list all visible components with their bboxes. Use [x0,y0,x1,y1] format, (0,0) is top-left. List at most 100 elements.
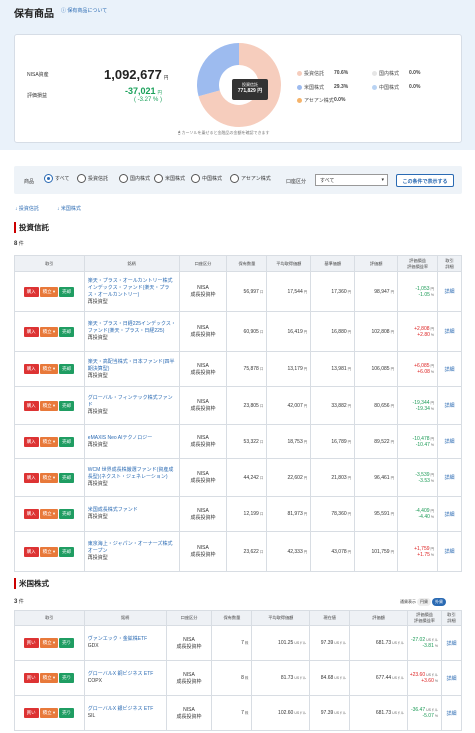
sell-button[interactable]: 売却 [59,546,75,557]
detail-link[interactable]: 詳細 [437,271,462,312]
sell-button[interactable]: 売り [59,708,75,718]
trade-cell: 買い 積立 ▾ 売り [14,660,85,696]
buy-button[interactable]: 購入 [23,509,39,519]
detail-link[interactable]: 詳細 [437,496,462,532]
fund-name-cell[interactable]: 楽天・プラス・オールカントリー株式インデックス・ファンド(楽天・プラス・オールカ… [83,271,180,312]
column-header: 口座区分 [178,255,228,272]
buy-button[interactable]: 購入 [23,326,39,337]
detail-link[interactable]: 詳細 [437,351,462,387]
fund-name-link[interactable]: eMAXIS Neo AIテクノロジー [88,435,177,442]
detail-link[interactable]: 詳細 [441,660,462,696]
sell-button[interactable]: 売却 [59,509,75,519]
sell-button[interactable]: 売却 [59,472,75,483]
radio-circle[interactable] [77,174,86,183]
sell-button[interactable]: 売却 [59,286,75,297]
gain-loss-cell: -3,539円 -3.53% [397,458,439,497]
radio-circle[interactable] [44,174,53,183]
buy-button[interactable]: 購入 [23,472,39,483]
radio-circle[interactable] [191,174,200,183]
buy-button[interactable]: 購入 [23,546,39,557]
avg-price-cell: 13,179円 [266,351,312,387]
fund-name-cell[interactable]: eMAXIS Neo AIテクノロジー 再投資型 [83,424,180,459]
accumulate-button[interactable]: 積立 ▾ [39,638,59,648]
legend-item-3: 中国株式 0.0% [372,84,420,91]
fund-name-cell[interactable]: WCM 世界成長株厳選ファンド(資産成長型)(ネクスト・ジェネレーション) 再投資… [83,458,180,497]
accumulate-button[interactable]: 積立 ▾ [39,326,59,337]
fund-name-link[interactable]: 楽天・プラス・オールカントリー株式インデックス・ファンド(楽天・プラス・オールカ… [88,278,177,299]
stock-name-link[interactable]: グローバルX 銅ビジネス ETF [88,671,164,678]
detail-link[interactable]: 詳細 [437,424,462,459]
stock-name-cell[interactable]: グローバルX 銀ビジネス ETF SIL [83,695,167,731]
sell-button[interactable]: 売り [59,673,75,683]
sell-button[interactable]: 売り [59,638,75,648]
detail-link[interactable]: 詳細 [437,458,462,497]
currency-option-foreign[interactable]: 外貨 [432,598,446,606]
detail-link[interactable]: 詳細 [437,531,462,572]
jump-link-us-stocks[interactable]: ↓ 米国株式 [57,205,81,212]
fund-name-link[interactable]: グローバル・フィンテック株式ファンド [88,395,177,409]
apply-filter-button[interactable]: この条件で表示する [396,174,454,187]
fund-name-link[interactable]: 楽天・プラス・日経225インデックス・ファンド(楽天・プラス・日経225) [88,321,177,335]
radio-3[interactable]: 米国株式 [154,174,185,183]
buy-button[interactable]: 買い [23,673,39,683]
fund-name-cell[interactable]: 楽天・プラス・日経225インデックス・ファンド(楽天・プラス・日経225) 再投資… [83,311,180,352]
radio-circle[interactable] [230,174,239,183]
stock-name-cell[interactable]: ヴァンエック・金鉱株ETF GDX [83,625,167,661]
legend-value: 29.3% [334,84,349,90]
fund-name-link[interactable]: 楽天・高配当株式・日本ファンド(四半期決算型) [88,359,177,373]
about-link-label[interactable]: 保有商品について [67,8,107,14]
fund-name-link[interactable]: 東京海上・ジャパン・オーナーズ株式オープン [88,541,177,555]
stock-name-link[interactable]: グローバルX 銀ビジネス ETF [88,706,164,713]
buy-button[interactable]: 買い [23,638,39,648]
accumulate-button[interactable]: 積立 ▾ [39,436,59,447]
detail-link[interactable]: 詳細 [437,386,462,425]
currency-option-jpy[interactable]: 円貨 [417,598,431,606]
radio-2[interactable]: 国内株式 [119,174,150,183]
fund-name-cell[interactable]: 楽天・高配当株式・日本ファンド(四半期決算型) 再投資型 [83,351,180,387]
stock-name-link[interactable]: ヴァンエック・金鉱株ETF [88,636,164,643]
buy-button[interactable]: 買い [23,708,39,718]
detail-link[interactable]: 詳細 [441,695,462,731]
column-header: 銘柄 [83,610,167,626]
radio-5[interactable]: アセアン株式 [230,174,271,183]
accumulate-button[interactable]: 積立 ▾ [39,400,59,411]
accumulate-button[interactable]: 積立 ▾ [39,472,59,483]
jump-link-funds[interactable]: ↓ 投資信託 [15,205,39,212]
legend-label: 国内株式 [379,71,400,77]
sell-button[interactable]: 売却 [59,436,75,447]
legend-swatch [372,71,377,76]
accumulate-button[interactable]: 積立 ▾ [39,708,59,718]
buy-button[interactable]: 購入 [23,364,39,374]
detail-link[interactable]: 詳細 [437,311,462,352]
fund-name-link[interactable]: WCM 世界成長株厳選ファンド(資産成長型)(ネクスト・ジェネレーション) [88,467,177,481]
radio-1[interactable]: 投資信託 [77,174,108,183]
column-header: 平均取得価額 [266,255,312,272]
sell-button[interactable]: 売却 [59,364,75,374]
fund-name-link[interactable]: 米国成長株式ファンド [88,507,177,514]
fund-name-cell[interactable]: 米国成長株式ファンド 再投資型 [83,496,180,532]
sell-button[interactable]: 売却 [59,326,75,337]
sell-button[interactable]: 売却 [59,400,75,411]
accumulate-button[interactable]: 積立 ▾ [39,673,59,683]
radio-circle[interactable] [154,174,163,183]
accumulate-button[interactable]: 積立 ▾ [39,286,59,297]
detail-link[interactable]: 詳細 [441,625,462,661]
fund-name-cell[interactable]: 東京海上・ジャパン・オーナーズ株式オープン 再投資型 [83,531,180,572]
ticker: SIL [87,713,96,719]
buy-button[interactable]: 購入 [23,400,39,411]
trade-cell: 購入 積立 ▾ 売却 [14,496,85,532]
account-cell: NISA 成長投資枠 [178,271,228,312]
fund-name-cell[interactable]: グローバル・フィンテック株式ファンド 再投資型 [83,386,180,425]
stock-name-cell[interactable]: グローバルX 銅ビジネス ETF COPX [83,660,167,696]
accumulate-button[interactable]: 積立 ▾ [39,509,59,519]
trade-cell: 購入 積立 ▾ 売却 [14,271,85,312]
radio-4[interactable]: 中国株式 [191,174,222,183]
account-select[interactable]: すべて ▾ [315,174,388,186]
about-link[interactable]: ⓘ 保有商品について [61,7,107,14]
accumulate-button[interactable]: 積立 ▾ [39,364,59,374]
radio-0[interactable]: すべて [44,174,69,183]
radio-circle[interactable] [119,174,128,183]
buy-button[interactable]: 購入 [23,436,39,447]
buy-button[interactable]: 購入 [23,286,39,297]
accumulate-button[interactable]: 積立 ▾ [39,546,59,557]
